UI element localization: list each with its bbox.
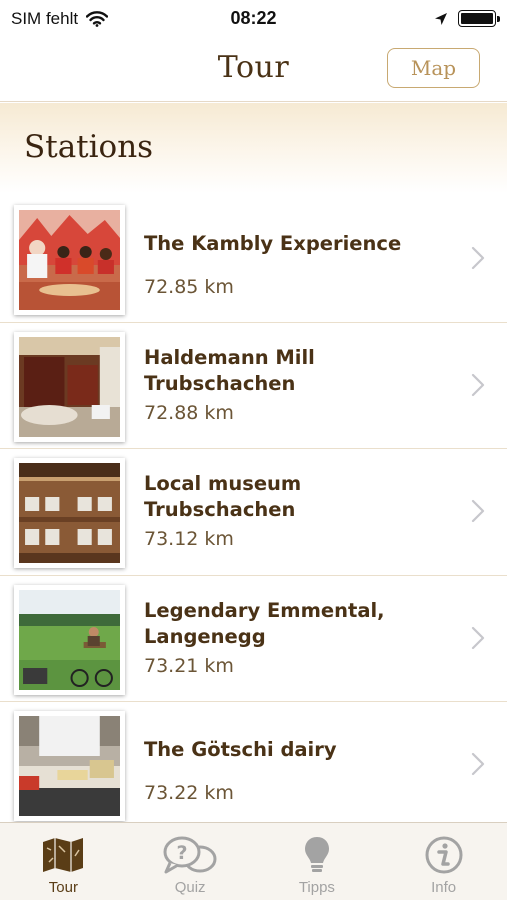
tab-tipps[interactable]: Tipps: [254, 823, 381, 900]
battery-icon: [458, 10, 500, 27]
station-thumbnail: [14, 584, 125, 695]
tab-tour[interactable]: Tour: [0, 823, 127, 900]
station-distance: 72.85 km: [144, 276, 234, 298]
chevron-right-icon: [471, 246, 485, 270]
tab-info[interactable]: Info: [380, 823, 507, 900]
station-title: Haldemann Mill Trubschachen: [144, 345, 315, 395]
clock: 08:22: [230, 8, 277, 28]
map-icon: [43, 838, 84, 872]
svg-text:?: ?: [177, 842, 188, 864]
tab-label: Quiz: [174, 879, 206, 896]
location-arrow-icon: [435, 12, 447, 25]
station-list: The Kambly Experience 72.85 km Haldemann…: [0, 196, 507, 829]
station-row-local-museum[interactable]: Local museum Trubschachen 73.12 km: [0, 449, 507, 576]
chevron-right-icon: [471, 626, 485, 649]
station-title: Legendary Emmental, Langenegg: [144, 598, 385, 648]
tab-label: Info: [431, 879, 457, 896]
station-thumbnail: [14, 458, 125, 568]
tab-label: Tour: [48, 879, 78, 896]
chevron-right-icon: [471, 752, 485, 776]
station-distance: 73.22 km: [144, 782, 234, 804]
question-bubble-icon: ?: [163, 836, 217, 874]
station-distance: 72.88 km: [144, 401, 234, 424]
station-title: The Götschi dairy: [144, 738, 337, 761]
station-distance: 73.12 km: [144, 528, 234, 550]
station-thumbnail: [14, 331, 125, 442]
map-button[interactable]: Map: [387, 48, 480, 88]
station-title: The Kambly Experience: [144, 232, 402, 255]
station-row-kambly[interactable]: The Kambly Experience 72.85 km: [0, 196, 507, 323]
station-row-haldemann[interactable]: Haldemann Mill Trubschachen 72.88 km: [0, 322, 507, 449]
station-title: Local museum Trubschachen: [144, 472, 302, 521]
tab-label: Tipps: [298, 879, 335, 896]
station-row-goetschi-dairy[interactable]: The Götschi dairy 73.22 km: [0, 702, 507, 829]
section-title: Stations: [24, 129, 154, 165]
status-bar: SIM fehlt 08:22: [0, 0, 507, 38]
tab-bar: Tour ? Quiz Tipps Info: [0, 822, 507, 900]
station-distance: 73.21 km: [144, 654, 234, 677]
lightbulb-icon: [304, 837, 329, 872]
chevron-right-icon: [471, 373, 485, 396]
station-thumbnail: [14, 205, 125, 315]
tab-quiz[interactable]: ? Quiz: [127, 823, 254, 900]
info-icon: [425, 836, 463, 874]
station-row-legendary-emmental[interactable]: Legendary Emmental, Langenegg 73.21 km: [0, 575, 507, 702]
chevron-right-icon: [471, 499, 485, 523]
section-header: Stations: [0, 103, 507, 193]
navigation-bar: Tour Map: [0, 38, 507, 102]
station-thumbnail: [14, 711, 125, 821]
status-right: [434, 10, 500, 27]
